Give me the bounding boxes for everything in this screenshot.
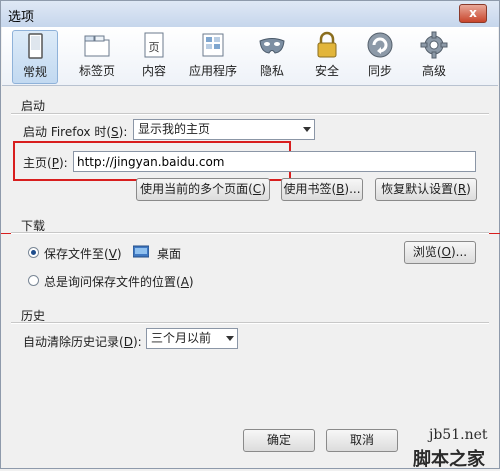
use-current-pages-button[interactable]: 使用当前的多个页面(C): [136, 178, 270, 201]
download-folder-name: 桌面: [157, 247, 182, 261]
always-ask-radio[interactable]: [28, 275, 39, 286]
content-icon: 页: [144, 32, 164, 58]
tabs-icon: [84, 35, 110, 57]
divider: [11, 322, 489, 324]
options-dialog: 选项 x 常规 标签页 页 内容 应用程序 隐私 安全 同步 高级 启动 启动 …: [0, 0, 500, 470]
homepage-input[interactable]: [73, 151, 476, 172]
download-folder-display: 桌面: [133, 242, 395, 262]
tab-security[interactable]: 安全: [309, 30, 345, 82]
startup-when-select[interactable]: 显示我的主页: [133, 119, 315, 140]
privacy-mask-icon: [259, 38, 285, 54]
watermark-site: jb51.net: [429, 427, 488, 443]
divider: [11, 232, 489, 234]
browse-button[interactable]: 浏览(O)...: [404, 241, 476, 264]
advanced-gear-icon: [420, 31, 448, 59]
startup-when-value: 显示我的主页: [138, 122, 211, 136]
restore-default-button[interactable]: 恢复默认设置(R): [375, 178, 477, 201]
tab-advanced[interactable]: 高级: [416, 30, 452, 82]
chevron-down-icon: [303, 127, 311, 132]
tab-label: 常规: [22, 65, 47, 79]
tab-label: 内容: [141, 64, 166, 78]
tab-label: 安全: [314, 64, 339, 78]
svg-text:页: 页: [149, 41, 160, 54]
ok-button[interactable]: 确定: [243, 429, 315, 452]
startup-when-label: 启动 Firefox 时(S):: [23, 125, 128, 139]
tab-label: 应用程序: [188, 64, 237, 78]
tab-label: 隐私: [259, 64, 284, 78]
homepage-label: 主页(P):: [23, 156, 68, 170]
tab-privacy[interactable]: 隐私: [254, 30, 290, 82]
use-bookmark-button[interactable]: 使用书签(B)...: [281, 178, 363, 201]
tab-label: 同步: [367, 64, 392, 78]
watermark-brand: 脚本之家: [413, 449, 485, 470]
tab-label: 高级: [421, 64, 446, 78]
tab-tabs[interactable]: 标签页: [70, 30, 124, 82]
tab-label: 标签页: [78, 64, 115, 78]
clear-history-select[interactable]: 三个月以前: [146, 328, 238, 349]
applications-icon: [202, 33, 224, 57]
general-icon: [28, 33, 43, 59]
security-lock-icon: [317, 31, 337, 58]
divider: [11, 113, 489, 115]
desktop-folder-icon: [133, 245, 149, 258]
cancel-button[interactable]: 取消: [326, 429, 398, 452]
preferences-toolbar: 常规 标签页 页 内容 应用程序 隐私 安全 同步 高级: [2, 27, 498, 86]
tab-general[interactable]: 常规: [12, 30, 58, 84]
close-icon: x: [469, 6, 477, 20]
always-ask-label: 总是询问保存文件的位置(A): [44, 275, 194, 289]
startup-group-label: 启动: [21, 99, 46, 113]
window-title: 选项: [8, 10, 35, 25]
tab-applications[interactable]: 应用程序: [183, 30, 243, 82]
tab-sync[interactable]: 同步: [362, 30, 398, 82]
clear-history-value: 三个月以前: [151, 331, 212, 345]
save-to-label: 保存文件至(V): [44, 247, 122, 261]
close-button[interactable]: x: [459, 4, 487, 23]
sync-icon: [367, 32, 393, 58]
clear-history-label: 自动清除历史记录(D):: [23, 335, 142, 349]
tab-content[interactable]: 页 内容: [134, 30, 174, 82]
save-to-radio[interactable]: [28, 247, 39, 258]
chevron-down-icon: [226, 336, 234, 341]
title-bar[interactable]: 选项 x: [1, 1, 499, 27]
